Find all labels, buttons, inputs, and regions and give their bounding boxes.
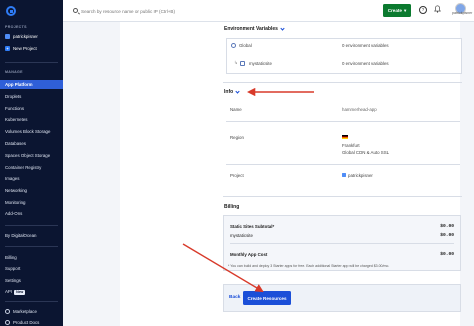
search-icon [73,8,78,13]
edit-icon[interactable] [235,89,240,94]
marketplace-label: Marketplace [13,309,37,314]
sidebar-item-container-registry[interactable]: Container Registry [5,165,41,170]
sidebar-item-droplets[interactable]: Droplets [5,94,21,99]
project-square-icon [342,173,346,177]
section-divider [223,82,462,83]
sidebar-item-functions[interactable]: Functions [5,106,24,111]
sidebar-item-app-platform[interactable]: App Platform [5,82,33,87]
billing-row-price: $0.00 [440,232,454,238]
bell-icon[interactable] [434,5,441,13]
sidebar-divider [5,225,58,226]
row-divider [226,121,460,122]
create-button[interactable]: Create ▾ [383,4,411,17]
plus-icon: + [5,46,10,51]
digitalocean-logo-icon[interactable] [6,6,16,16]
sidebar: PROJECTS patrickpisner + New Project MAN… [0,0,63,326]
help-icon[interactable]: ? [419,6,427,14]
billing-divider [230,243,454,244]
sidebar-project-label: patrickpisner [13,34,38,39]
sidebar-item-api-label: API [5,289,13,294]
project-value: patrickpisner [348,173,373,178]
sidebar-item-billing[interactable]: Billing [5,255,17,260]
billing-box: Static Sites Subtotal* $0.00 mystaticsit… [223,215,461,271]
billing-row-price: $0.00 [440,223,454,229]
sidebar-item-monitoring[interactable]: Monitoring [5,200,26,205]
sidebar-item-kubernetes[interactable]: Kubernetes [5,117,27,122]
create-button-label: Create [387,8,402,13]
new-badge: New [14,289,26,295]
project-label: Project [230,173,244,178]
globe-icon [231,43,236,48]
env-row-value: 0 environment variables [342,61,389,66]
env-row-name: Global [239,43,252,48]
row-divider [226,164,460,165]
sidebar-divider [5,62,58,63]
info-title-text: Info [224,89,234,95]
search-input[interactable] [81,7,281,15]
billing-row-label: mystaticsite [230,232,253,238]
docs-icon [5,320,10,325]
billing-row: mystaticsite $0.00 [230,230,454,240]
billing-row: Monthly App Cost $0.00 [230,249,454,259]
create-resources-button[interactable]: Create Resources [243,291,291,305]
billing-title: Billing [224,204,240,210]
sidebar-divider [5,301,58,302]
sidebar-item-add-ons[interactable]: Add-Ons [5,211,22,216]
topbar: Create ▾ ? patrickpisner [63,0,474,22]
billing-row-label: Static Sites Subtotal* [230,223,275,229]
section-divider [223,196,462,197]
sidebar-by-digitalocean[interactable]: By DigitalOcean [5,233,36,238]
sidebar-item-support[interactable]: Support [5,266,20,271]
product-docs-label: Product Docs [13,320,40,325]
sidebar-item-volumes[interactable]: Volumes Block Storage [5,129,50,134]
info-title: Info [224,89,240,95]
new-project-button[interactable]: + New Project [5,46,37,51]
env-row-value: 0 environment variables [342,43,389,48]
sidebar-item-api[interactable]: API New [5,289,26,295]
marketplace-icon [5,309,10,314]
sidebar-item-product-docs[interactable]: Product Docs [5,320,39,325]
new-project-label: New Project [13,46,37,51]
env-row-name: mystaticsite [249,61,272,66]
manage-heading: MANAGE [5,70,23,74]
name-value: hammerhead-app [342,107,377,112]
sidebar-item-marketplace[interactable]: Marketplace [5,309,37,314]
site-icon [240,61,245,66]
env-vars-title: Environment Variables [224,26,285,32]
sidebar-divider [5,246,58,247]
chevron-down-icon: ▾ [404,7,407,13]
billing-row-label: Monthly App Cost [230,251,268,257]
back-button[interactable]: Back [229,295,240,300]
sidebar-item-networking[interactable]: Networking [5,188,27,193]
sidebar-item-databases[interactable]: Databases [5,141,26,146]
tree-branch-icon: ↳ [234,60,238,65]
sidebar-item-spaces[interactable]: Spaces Object Storage [5,153,50,158]
env-vars-title-text: Environment Variables [224,26,278,32]
germany-flag-icon [342,135,348,139]
project-square-icon [5,34,10,39]
sidebar-item-images[interactable]: Images [5,176,19,181]
billing-row-price: $0.00 [440,251,454,257]
sidebar-project-item[interactable]: patrickpisner [5,34,38,39]
edit-icon[interactable] [280,26,285,31]
name-label: Name [230,107,242,112]
region-value: Frankfurt [342,143,360,148]
account-name[interactable]: patrickpisner [452,11,472,15]
region-label: Region [230,135,244,140]
billing-note: * You can build and deploy 3 Starter app… [228,264,390,268]
region-sub: Global CDN & Auto SSL [342,150,390,155]
projects-heading: PROJECTS [5,25,27,29]
sidebar-item-settings[interactable]: Settings [5,278,21,283]
